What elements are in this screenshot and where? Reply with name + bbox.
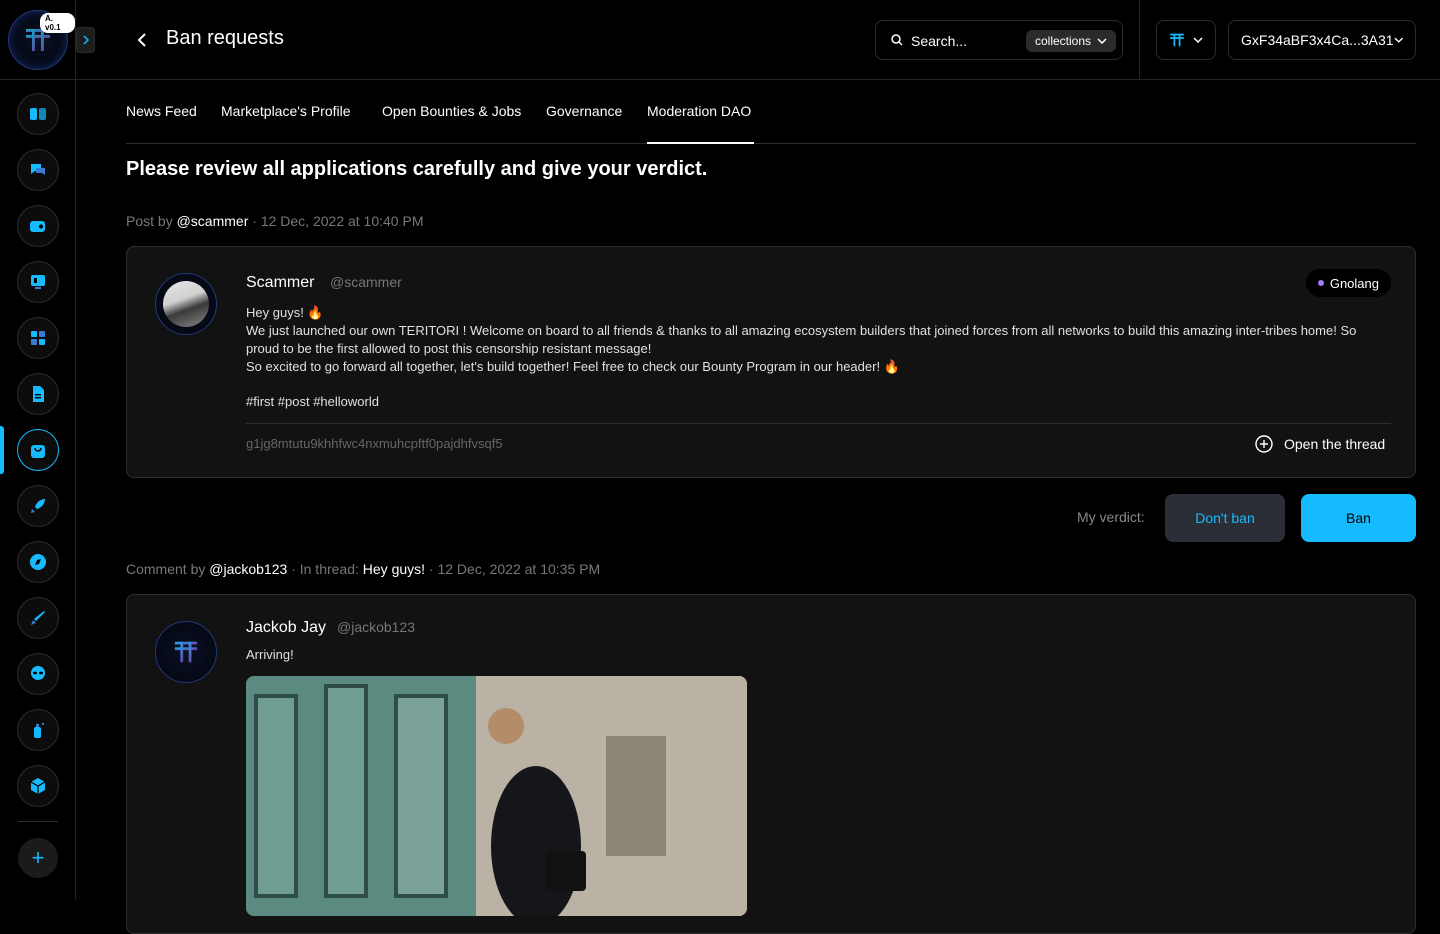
search-scope-select[interactable]: collections [1026,30,1116,52]
comment-meta-user[interactable]: @jackob123 [209,561,287,577]
post-card: Scammer @scammer Gnolang Hey guys! 🔥 We … [126,246,1416,478]
sidebar-item-wallet[interactable] [17,205,59,247]
rocket-icon [31,499,45,513]
chevron-down-icon [1193,37,1203,43]
sidebar-item-dashboard[interactable] [17,93,59,135]
search-scope-label: collections [1034,34,1092,48]
active-indicator [0,426,4,474]
wallet-address: GxF34aBF3x4Ca...3A31 [1241,32,1394,48]
author-handle[interactable]: @scammer [330,274,402,290]
chat-icon [31,164,45,175]
dashboard-icon [30,108,46,120]
chain-badge: Gnolang [1305,269,1391,297]
search-input[interactable] [911,31,1021,51]
cube-icon [30,778,46,794]
compass-icon [30,554,46,570]
alien-icon [31,666,45,680]
sidebar-item-launchpad[interactable] [17,261,59,303]
header: Ban requests collections GxF34aBF3x4Ca..… [76,0,1440,80]
divider [0,79,76,80]
sidebar-item-apps[interactable] [17,317,59,359]
pen-icon [31,611,45,625]
search-icon [891,34,903,46]
chevron-down-icon [1393,37,1403,43]
add-app-button[interactable]: + [18,838,58,878]
teritori-avatar-icon [174,641,198,663]
train-photo [246,676,747,916]
ban-button[interactable]: Ban [1301,494,1416,542]
divider [18,821,58,822]
apps-icon [31,331,45,345]
divider [1139,0,1140,80]
post-hashtags[interactable]: #first #post #helloworld [246,394,379,409]
author-handle[interactable]: @jackob123 [337,619,415,635]
comment-meta-prefix: Comment by [126,561,206,577]
reply-icon [1255,435,1273,453]
post-meta-date: · 12 Dec, 2022 at 10:40 PM [252,213,424,229]
tab-governance[interactable]: Governance [546,103,622,144]
sidebar-item-marketplace[interactable] [17,429,59,471]
tab-news-feed[interactable]: News Feed [126,103,197,144]
document-icon [33,386,44,402]
post-line: We just launched our own TERITORI ! Welc… [246,323,1357,356]
network-select[interactable] [1156,20,1216,60]
author-name[interactable]: Jackob Jay [246,619,326,637]
post-line: So excited to go forward all together, l… [246,359,900,374]
avatar[interactable] [155,273,217,335]
avatar-photo [163,281,209,327]
sidebar-item-drops[interactable] [17,709,59,751]
comment-meta-thread-prefix: · In thread: [291,561,359,577]
tab-moderation-dao[interactable]: Moderation DAO [647,103,754,144]
author-name[interactable]: Scammer [246,274,314,292]
tab-marketplace-profile[interactable]: Marketplace's Profile [221,103,351,144]
chevron-down-icon [1097,38,1107,44]
divider [246,423,1391,424]
comment-meta-date: · 12 Dec, 2022 at 10:35 PM [428,561,601,577]
launchpad-icon [31,275,45,289]
sidebar-item-chat[interactable] [17,149,59,191]
bag-icon [31,445,45,458]
verdict-label: My verdict: [1077,509,1145,525]
chain-dot-icon [1317,280,1324,286]
post-meta-user[interactable]: @scammer [177,213,249,229]
open-thread-label: Open the thread [1284,436,1386,452]
post-image[interactable] [246,676,747,916]
instructions-heading: Please review all applications carefully… [126,158,708,180]
version-badge: A. v0.1 [40,13,75,33]
wallet-icon [30,221,45,232]
wallet-select[interactable]: GxF34aBF3x4Ca...3A31 [1228,20,1416,60]
plus-icon: + [31,845,45,870]
tab-bar: News Feed Marketplace's Profile Open Bou… [126,96,1416,144]
post-body: Hey guys! 🔥 We just launched our own TER… [246,304,1386,376]
tab-open-bounties[interactable]: Open Bounties & Jobs [382,103,521,144]
sidebar: A. v0.1 + [0,0,76,900]
back-button[interactable] [132,28,152,52]
comment-body: Arriving! [246,647,294,662]
comment-meta: Comment by @jackob123 · In thread: Hey g… [126,561,600,577]
post-meta-prefix: Post by [126,213,173,229]
post-id: g1jg8mtutu9khhfwc4nxmuhcpftf0pajdhfvsqf5 [246,436,503,451]
sidebar-item-explore[interactable] [17,541,59,583]
avatar[interactable] [155,621,217,683]
search-bar[interactable]: collections [875,20,1123,60]
chain-label: Gnolang [1329,275,1379,291]
dont-ban-button[interactable]: Don't ban [1165,494,1285,542]
post-meta: Post by @scammer · 12 Dec, 2022 at 10:40… [126,213,423,229]
sidebar-item-rocket[interactable] [17,485,59,527]
sidebar-item-docs[interactable] [17,373,59,415]
comment-meta-thread[interactable]: Hey guys! [363,561,425,577]
sidebar-item-pen[interactable] [17,597,59,639]
chevron-left-icon [137,33,146,47]
teritori-network-icon [1170,33,1184,47]
post-line: Hey guys! 🔥 [246,305,324,320]
page-title: Ban requests [166,27,284,49]
sidebar-item-alien[interactable] [17,653,59,695]
open-thread-button[interactable]: Open the thread [1254,434,1385,454]
sidebar-item-web3[interactable] [17,765,59,807]
spray-icon [34,723,44,738]
